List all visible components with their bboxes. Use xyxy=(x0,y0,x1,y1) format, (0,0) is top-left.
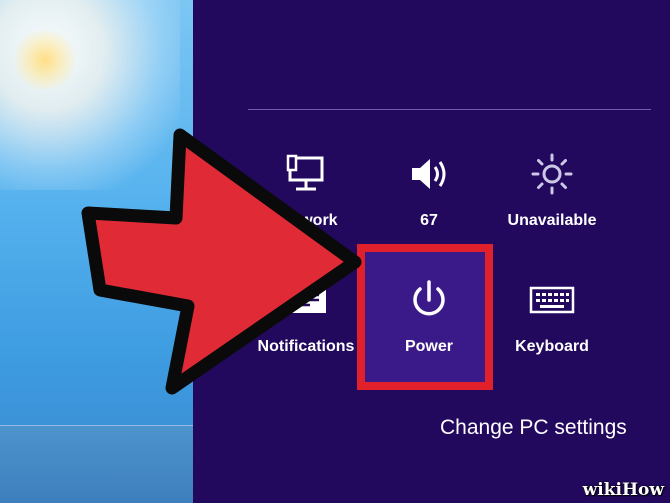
keyboard-label: Keyboard xyxy=(515,338,589,355)
brightness-label: Unavailable xyxy=(507,212,597,229)
change-pc-settings-link[interactable]: Change PC settings xyxy=(440,416,627,440)
wallpaper-flower-center xyxy=(10,30,80,90)
taskbar[interactable] xyxy=(0,425,193,503)
network-tile[interactable]: Network xyxy=(246,148,366,248)
wikihow-watermark: wikiHow xyxy=(582,480,664,500)
notifications-tile[interactable]: Notifications xyxy=(246,274,366,374)
volume-label: 67 xyxy=(420,212,438,229)
desktop-background xyxy=(0,0,193,503)
brightness-tile[interactable]: Unavailable xyxy=(492,148,612,248)
settings-charm-panel: Network 67 Unavailable Notifications Pow… xyxy=(193,0,670,503)
power-tile[interactable]: Power xyxy=(369,274,489,374)
power-label: Power xyxy=(404,338,453,355)
network-icon xyxy=(246,148,366,200)
keyboard-tile[interactable]: Keyboard xyxy=(492,274,612,374)
power-icon xyxy=(369,274,489,326)
volume-tile[interactable]: 67 xyxy=(369,148,489,248)
brightness-icon xyxy=(492,148,612,200)
divider xyxy=(248,109,651,110)
keyboard-icon xyxy=(492,274,612,326)
network-label: Network xyxy=(274,212,338,229)
notifications-label: Notifications xyxy=(257,338,355,355)
wallpaper-flower xyxy=(0,0,180,190)
notifications-icon xyxy=(246,274,366,326)
volume-icon xyxy=(369,148,489,200)
